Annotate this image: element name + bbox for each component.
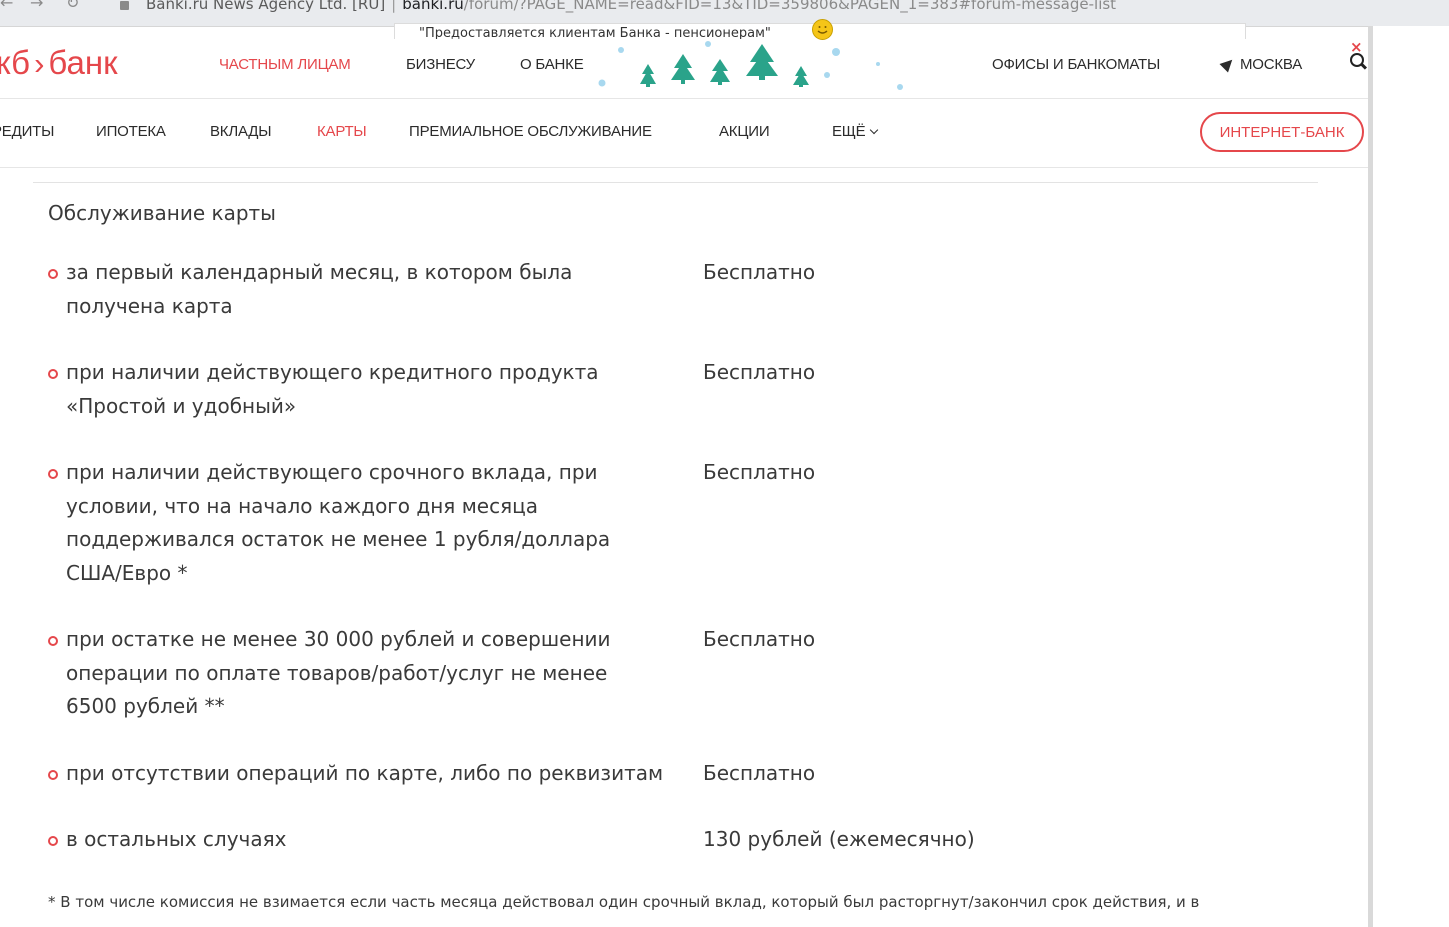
product-nav: РЕДИТЫ ИПОТЕКА ВКЛАДЫ КАРТЫ ПРЕМИАЛЬНОЕ …	[0, 99, 1368, 168]
chevron-down-icon	[870, 125, 879, 135]
nav-more[interactable]: ЕЩЁ	[832, 123, 879, 140]
reload-icon[interactable]: ↻	[66, 0, 79, 12]
url-host: banki.ru	[402, 0, 464, 13]
fee-condition: при отсутствии операций по карте, либо п…	[66, 761, 664, 785]
nav-offices-atms[interactable]: ОФИСЫ И БАНКОМАТЫ	[992, 56, 1160, 73]
nav-premium-service[interactable]: ПРЕМИАЛЬНОЕ ОБСЛУЖИВАНИЕ	[409, 123, 652, 140]
logo-chevron: ›	[34, 46, 45, 81]
divider	[33, 182, 1318, 183]
christmas-trees-decoration	[598, 41, 903, 90]
page-scrollbar[interactable]	[1368, 26, 1449, 927]
section-title: Обслуживание карты	[48, 201, 276, 225]
city-label: МОСКВА	[1240, 56, 1303, 73]
page-origin: Banki.ru News Agency Ltd. [RU]	[146, 0, 386, 13]
bullet-icon	[48, 636, 58, 646]
nav-about-bank[interactable]: О БАНКЕ	[520, 56, 584, 73]
back-icon[interactable]: ←	[0, 0, 13, 12]
forward-icon[interactable]: →	[30, 0, 43, 12]
fee-condition: при наличии действующего кредитного прод…	[66, 360, 599, 418]
search-icon[interactable]	[1350, 53, 1364, 67]
smiley-icon	[812, 19, 833, 40]
url-path: /forum/?PAGE_NAME=read&FID=13&TID=359806…	[463, 0, 1117, 13]
nav-deposits[interactable]: ВКЛАДЫ	[210, 123, 272, 140]
fee-price: Бесплатно	[703, 360, 816, 384]
fee-price: Бесплатно	[703, 460, 816, 484]
bullet-icon	[48, 369, 58, 379]
nav-business[interactable]: БИЗНЕСУ	[406, 56, 475, 73]
nav-cards[interactable]: КАРТЫ	[317, 123, 367, 140]
logo-prefix: кб	[0, 44, 31, 81]
internet-bank-button[interactable]: ИНТЕРНЕТ-БАНК	[1200, 112, 1364, 152]
url-field[interactable]: Banki.ru News Agency Ltd. [RU] | banki.ru/…	[146, 0, 1116, 13]
fee-price: 130 рублей (ежемесячно)	[703, 827, 975, 851]
fee-condition: при остатке не менее 30 000 рублей и сов…	[66, 627, 611, 718]
site-header: кб › банк ЧАСТНЫМ ЛИЦАМ БИЗНЕСУ О БАНКЕ ОФ…	[0, 38, 1368, 99]
footnote: * В том числе комиссия не взимается если…	[48, 893, 1200, 911]
bullet-icon	[48, 469, 58, 479]
nav-mortgage[interactable]: ИПОТЕКА	[96, 123, 166, 140]
bullet-icon	[48, 269, 58, 279]
nav-promotions[interactable]: АКЦИИ	[719, 123, 770, 140]
fee-condition: в остальных случаях	[66, 827, 287, 851]
location-arrow-icon	[1219, 55, 1237, 73]
lock-icon	[120, 1, 129, 10]
nav-private-clients[interactable]: ЧАСТНЫМ ЛИЦАМ	[219, 56, 351, 73]
logo-word: банк	[48, 44, 118, 81]
bullet-icon	[48, 836, 58, 846]
city-selector[interactable]: МОСКВА	[1219, 55, 1303, 73]
fee-price: Бесплатно	[703, 627, 816, 651]
nav-credits[interactable]: РЕДИТЫ	[0, 123, 54, 140]
fee-condition: при наличии действующего срочного вклада…	[66, 460, 611, 585]
bank-logo[interactable]: кб › банк	[0, 44, 118, 82]
fee-price: Бесплатно	[703, 260, 816, 284]
bullet-icon	[48, 770, 58, 780]
fee-price: Бесплатно	[703, 761, 816, 785]
nav-more-label: ЕЩЁ	[832, 123, 866, 140]
fee-condition: за первый календарный месяц, в котором б…	[66, 260, 573, 318]
